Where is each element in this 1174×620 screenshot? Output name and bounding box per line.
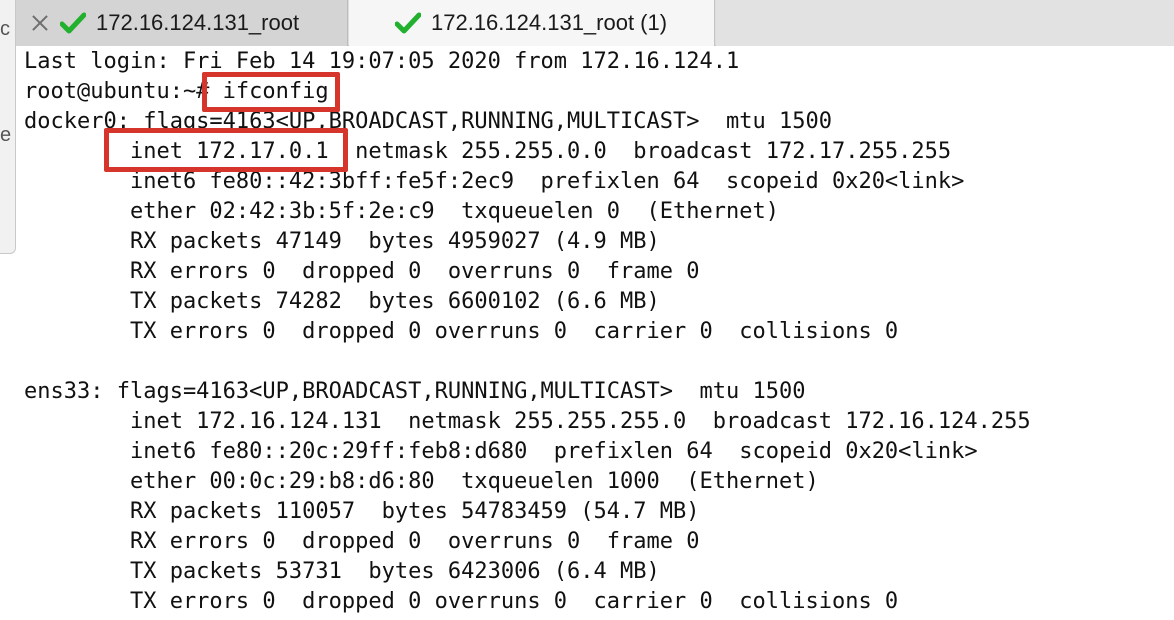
terminal-line: TX errors 0 dropped 0 overruns 0 carrier… bbox=[24, 589, 899, 614]
checkmark-icon bbox=[395, 12, 421, 34]
tab-bar-empty-area[interactable] bbox=[716, 0, 1174, 46]
terminal-line: ens33: flags=4163<UP,BROADCAST,RUNNING,M… bbox=[24, 379, 806, 404]
terminal-line: ether 00:0c:29:b8:d6:80 txqueuelen 1000 … bbox=[24, 469, 819, 494]
terminal-line: TX packets 74282 bytes 6600102 (6.6 MB) bbox=[24, 289, 660, 314]
checkmark-icon bbox=[60, 12, 86, 34]
terminal-line: RX packets 110057 bytes 54783459 (54.7 M… bbox=[24, 499, 700, 524]
terminal-line: inet6 fe80::20c:29ff:feb8:d680 prefixlen… bbox=[24, 439, 978, 464]
tab-session-2[interactable]: 172.16.124.131_root (1) bbox=[349, 0, 715, 46]
terminal-line: RX packets 47149 bytes 4959027 (4.9 MB) bbox=[24, 229, 660, 254]
ifconfig-command-highlight bbox=[202, 72, 340, 112]
terminal-line: RX errors 0 dropped 0 overruns 0 frame 0 bbox=[24, 529, 700, 554]
terminal-line: inet 172.16.124.131 netmask 255.255.255.… bbox=[24, 409, 1031, 434]
background-window-glyph: c bbox=[0, 18, 10, 40]
terminal-line: Last login: Fri Feb 14 19:07:05 2020 fro… bbox=[24, 49, 740, 74]
inet-address-highlight bbox=[104, 128, 348, 172]
tab-bar: 172.16.124.131_root 172.16.124.131_root … bbox=[0, 0, 1174, 46]
terminal-line: ether 02:42:3b:5f:2e:c9 txqueuelen 0 (Et… bbox=[24, 199, 779, 224]
tab-label: 172.16.124.131_root bbox=[96, 10, 300, 35]
close-icon[interactable] bbox=[30, 13, 50, 33]
terminal-line: TX packets 53731 bytes 6423006 (6.4 MB) bbox=[24, 559, 660, 584]
tab-label: 172.16.124.131_root (1) bbox=[431, 10, 668, 35]
tab-session-1[interactable]: 172.16.124.131_root bbox=[16, 0, 348, 46]
terminal-line: TX errors 0 dropped 0 overruns 0 carrier… bbox=[24, 319, 899, 344]
terminal-line: RX errors 0 dropped 0 overruns 0 frame 0 bbox=[24, 259, 700, 284]
background-window-edge: c e bbox=[0, 0, 16, 254]
background-window-glyph: e bbox=[0, 124, 12, 146]
